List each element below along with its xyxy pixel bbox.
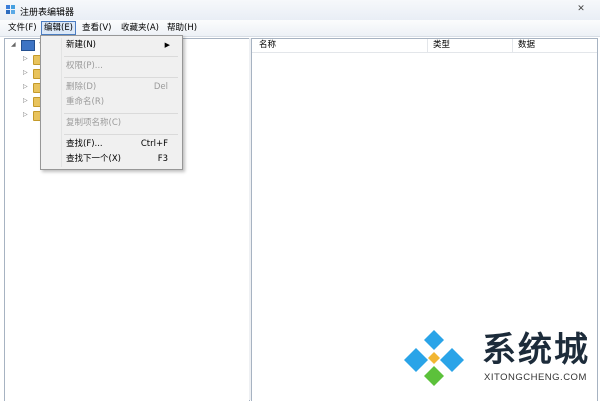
menu-item-label: 权限(P)...: [66, 61, 103, 71]
menu-shortcut: Del: [153, 82, 168, 92]
computer-icon: [21, 40, 35, 51]
menu-gutter: [61, 38, 62, 167]
expand-icon[interactable]: ▷: [23, 55, 29, 63]
menu-item-permissions[interactable]: 权限(P)...: [66, 59, 176, 73]
menu-separator: [64, 113, 178, 114]
expand-icon[interactable]: ▷: [23, 111, 29, 119]
watermark-url: XITONGCHENG.COM: [484, 372, 587, 383]
menu-item-label: 复制项名称(C): [66, 118, 122, 128]
menu-item-label: 查找(F)...: [66, 139, 103, 149]
close-icon[interactable]: ✕: [574, 4, 588, 15]
menu-separator: [64, 56, 178, 57]
watermark-brand: 系统城: [482, 330, 590, 370]
menu-help[interactable]: 帮助(H): [165, 22, 199, 34]
edit-menu-dropdown: 新建(N) ▶ 权限(P)... 删除(D) Del 重命名(R) 复制项名称(…: [40, 35, 183, 170]
watermark: 系统城 XITONGCHENG.COM: [404, 326, 594, 390]
menu-item-label: 删除(D): [66, 82, 97, 92]
title-bar: 注册表编辑器 ✕: [0, 0, 600, 21]
column-data[interactable]: 数据: [518, 40, 535, 51]
menu-item-label: 重命名(R): [66, 97, 105, 107]
menu-favorites[interactable]: 收藏夹(A): [119, 22, 161, 34]
registry-editor-icon: [6, 5, 15, 14]
menu-item-label: 新建(N): [66, 40, 96, 50]
menu-view[interactable]: 查看(V): [80, 22, 113, 34]
menu-item-rename[interactable]: 重命名(R): [66, 95, 176, 109]
expand-icon[interactable]: ▷: [23, 97, 29, 105]
submenu-arrow-icon: ▶: [164, 41, 170, 49]
menu-file[interactable]: 文件(F): [6, 22, 39, 34]
menu-item-find-next[interactable]: 查找下一个(X) F3: [66, 152, 176, 166]
menu-shortcut: Ctrl+F: [140, 139, 168, 149]
menu-shortcut: F3: [157, 154, 168, 164]
menu-edit[interactable]: 编辑(E): [41, 21, 77, 35]
column-header: 名称 类型 数据: [252, 39, 597, 53]
menu-item-copy-key-name[interactable]: 复制项名称(C): [66, 116, 176, 130]
expand-icon[interactable]: ▷: [23, 83, 29, 91]
column-divider[interactable]: [427, 39, 428, 52]
menu-item-label: 查找下一个(X): [66, 154, 121, 164]
window-controls: ✕: [568, 4, 588, 15]
menu-separator: [64, 134, 178, 135]
menu-item-new[interactable]: 新建(N) ▶: [66, 38, 176, 52]
menu-item-find[interactable]: 查找(F)... Ctrl+F: [66, 137, 176, 151]
window-title: 注册表编辑器: [20, 8, 75, 18]
column-divider[interactable]: [512, 39, 513, 52]
column-name[interactable]: 名称: [259, 40, 276, 51]
menu-separator: [64, 77, 178, 78]
menu-item-delete[interactable]: 删除(D) Del: [66, 80, 176, 94]
xitongcheng-logo-icon: [404, 330, 464, 386]
collapse-icon[interactable]: ◢: [11, 41, 17, 49]
expand-icon[interactable]: ▷: [23, 69, 29, 77]
column-type[interactable]: 类型: [433, 40, 450, 51]
